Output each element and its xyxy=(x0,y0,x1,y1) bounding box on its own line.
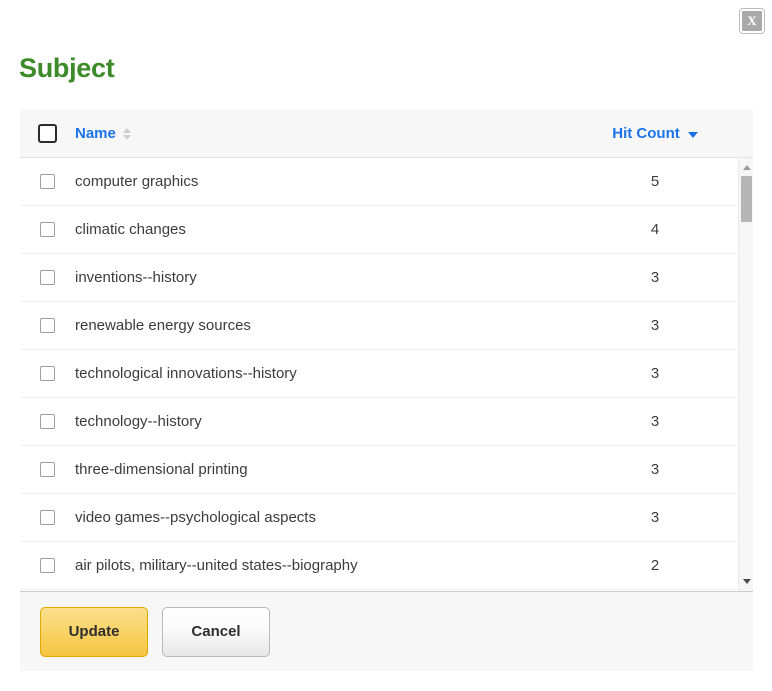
table-row[interactable]: video games--psychological aspects 3 xyxy=(20,494,753,542)
row-checkbox[interactable] xyxy=(40,174,55,189)
row-hit-count-value: 4 xyxy=(650,221,660,238)
table-row[interactable]: renewable energy sources 3 xyxy=(20,302,753,350)
row-hit-count-value: 3 xyxy=(650,461,660,478)
row-hit-count-value: 5 xyxy=(650,173,660,190)
row-hit-count-value: 3 xyxy=(650,413,660,430)
row-checkbox-cell xyxy=(20,318,75,333)
close-icon[interactable]: X xyxy=(740,9,764,33)
row-name-cell: technological innovations--history xyxy=(75,365,583,382)
table-row[interactable]: technology--history 3 xyxy=(20,398,753,446)
facet-list-viewport: computer graphics 5 climatic changes 4 inven… xyxy=(20,158,753,591)
row-checkbox-cell xyxy=(20,174,75,189)
row-checkbox-cell xyxy=(20,414,75,429)
row-checkbox[interactable] xyxy=(40,462,55,477)
dialog-footer: Update Cancel xyxy=(20,591,753,671)
row-checkbox[interactable] xyxy=(40,270,55,285)
scroll-down-arrow-icon[interactable] xyxy=(739,574,753,589)
row-hit-count-cell: 3 xyxy=(583,269,753,286)
table-row[interactable]: air pilots, military--united states--bio… xyxy=(20,542,753,590)
row-checkbox-cell xyxy=(20,462,75,477)
scrollbar-thumb[interactable] xyxy=(741,176,752,222)
facet-list: computer graphics 5 climatic changes 4 inven… xyxy=(20,158,753,590)
table-row[interactable]: climatic changes 4 xyxy=(20,206,753,254)
row-hit-count-cell: 2 xyxy=(583,557,753,574)
arrow-up-glyph xyxy=(742,165,751,170)
row-hit-count-cell: 3 xyxy=(583,317,753,334)
sort-both-icon[interactable] xyxy=(123,127,132,140)
list-scrollbar[interactable] xyxy=(738,158,753,591)
row-hit-count-value: 3 xyxy=(650,365,660,382)
update-button[interactable]: Update xyxy=(40,606,148,657)
row-checkbox[interactable] xyxy=(40,510,55,525)
row-name-label: technological innovations--history xyxy=(75,365,297,382)
row-hit-count-value: 3 xyxy=(650,269,660,286)
table-row[interactable]: inventions--history 3 xyxy=(20,254,753,302)
row-checkbox-cell xyxy=(20,222,75,237)
sort-desc-triangle xyxy=(123,134,132,140)
row-name-label: renewable energy sources xyxy=(75,317,251,334)
row-checkbox[interactable] xyxy=(40,558,55,573)
facet-panel: Name Hit Count computer graphics 5 climati… xyxy=(20,110,753,591)
row-name-label: air pilots, military--united states--bio… xyxy=(75,557,358,574)
row-name-cell: three-dimensional printing xyxy=(75,461,583,478)
row-name-cell: video games--psychological aspects xyxy=(75,509,583,526)
table-row[interactable]: three-dimensional printing 3 xyxy=(20,446,753,494)
row-name-cell: inventions--history xyxy=(75,269,583,286)
table-row[interactable]: computer graphics 5 xyxy=(20,158,753,206)
row-name-label: inventions--history xyxy=(75,269,197,286)
row-checkbox-cell xyxy=(20,558,75,573)
row-checkbox[interactable] xyxy=(40,366,55,381)
column-header-hit-count[interactable]: Hit Count xyxy=(583,125,753,142)
row-hit-count-cell: 4 xyxy=(583,221,753,238)
row-hit-count-cell: 3 xyxy=(583,509,753,526)
cancel-button[interactable]: Cancel xyxy=(162,606,270,657)
row-hit-count-value: 3 xyxy=(650,317,660,334)
row-name-label: computer graphics xyxy=(75,173,199,190)
row-hit-count-value: 2 xyxy=(650,557,660,574)
row-hit-count-cell: 3 xyxy=(583,413,753,430)
row-checkbox[interactable] xyxy=(40,318,55,333)
table-row[interactable]: technological innovations--history 3 xyxy=(20,350,753,398)
row-checkbox-cell xyxy=(20,366,75,381)
row-checkbox-cell xyxy=(20,510,75,525)
page-title: Subject xyxy=(19,53,115,83)
row-name-cell: air pilots, military--united states--bio… xyxy=(75,557,583,574)
scroll-up-arrow-icon[interactable] xyxy=(739,160,753,175)
row-checkbox-cell xyxy=(20,270,75,285)
row-name-label: video games--psychological aspects xyxy=(75,509,316,526)
row-hit-count-value: 3 xyxy=(650,509,660,526)
chevron-down-icon[interactable] xyxy=(687,131,698,138)
row-name-cell: technology--history xyxy=(75,413,583,430)
row-name-label: three-dimensional printing xyxy=(75,461,248,478)
arrow-down-glyph xyxy=(742,579,751,584)
table-header: Name Hit Count xyxy=(20,110,753,158)
select-all-cell xyxy=(20,124,75,143)
sort-asc-triangle xyxy=(123,127,132,133)
column-header-name[interactable]: Name xyxy=(75,125,583,142)
column-header-name-label[interactable]: Name xyxy=(75,125,116,142)
row-name-cell: renewable energy sources xyxy=(75,317,583,334)
row-hit-count-cell: 3 xyxy=(583,461,753,478)
row-name-label: technology--history xyxy=(75,413,202,430)
row-checkbox[interactable] xyxy=(40,222,55,237)
row-name-cell: computer graphics xyxy=(75,173,583,190)
row-name-label: climatic changes xyxy=(75,221,186,238)
column-header-hit-count-label[interactable]: Hit Count xyxy=(612,125,679,142)
select-all-checkbox[interactable] xyxy=(38,124,57,143)
row-name-cell: climatic changes xyxy=(75,221,583,238)
row-hit-count-cell: 5 xyxy=(583,173,753,190)
row-hit-count-cell: 3 xyxy=(583,365,753,382)
row-checkbox[interactable] xyxy=(40,414,55,429)
